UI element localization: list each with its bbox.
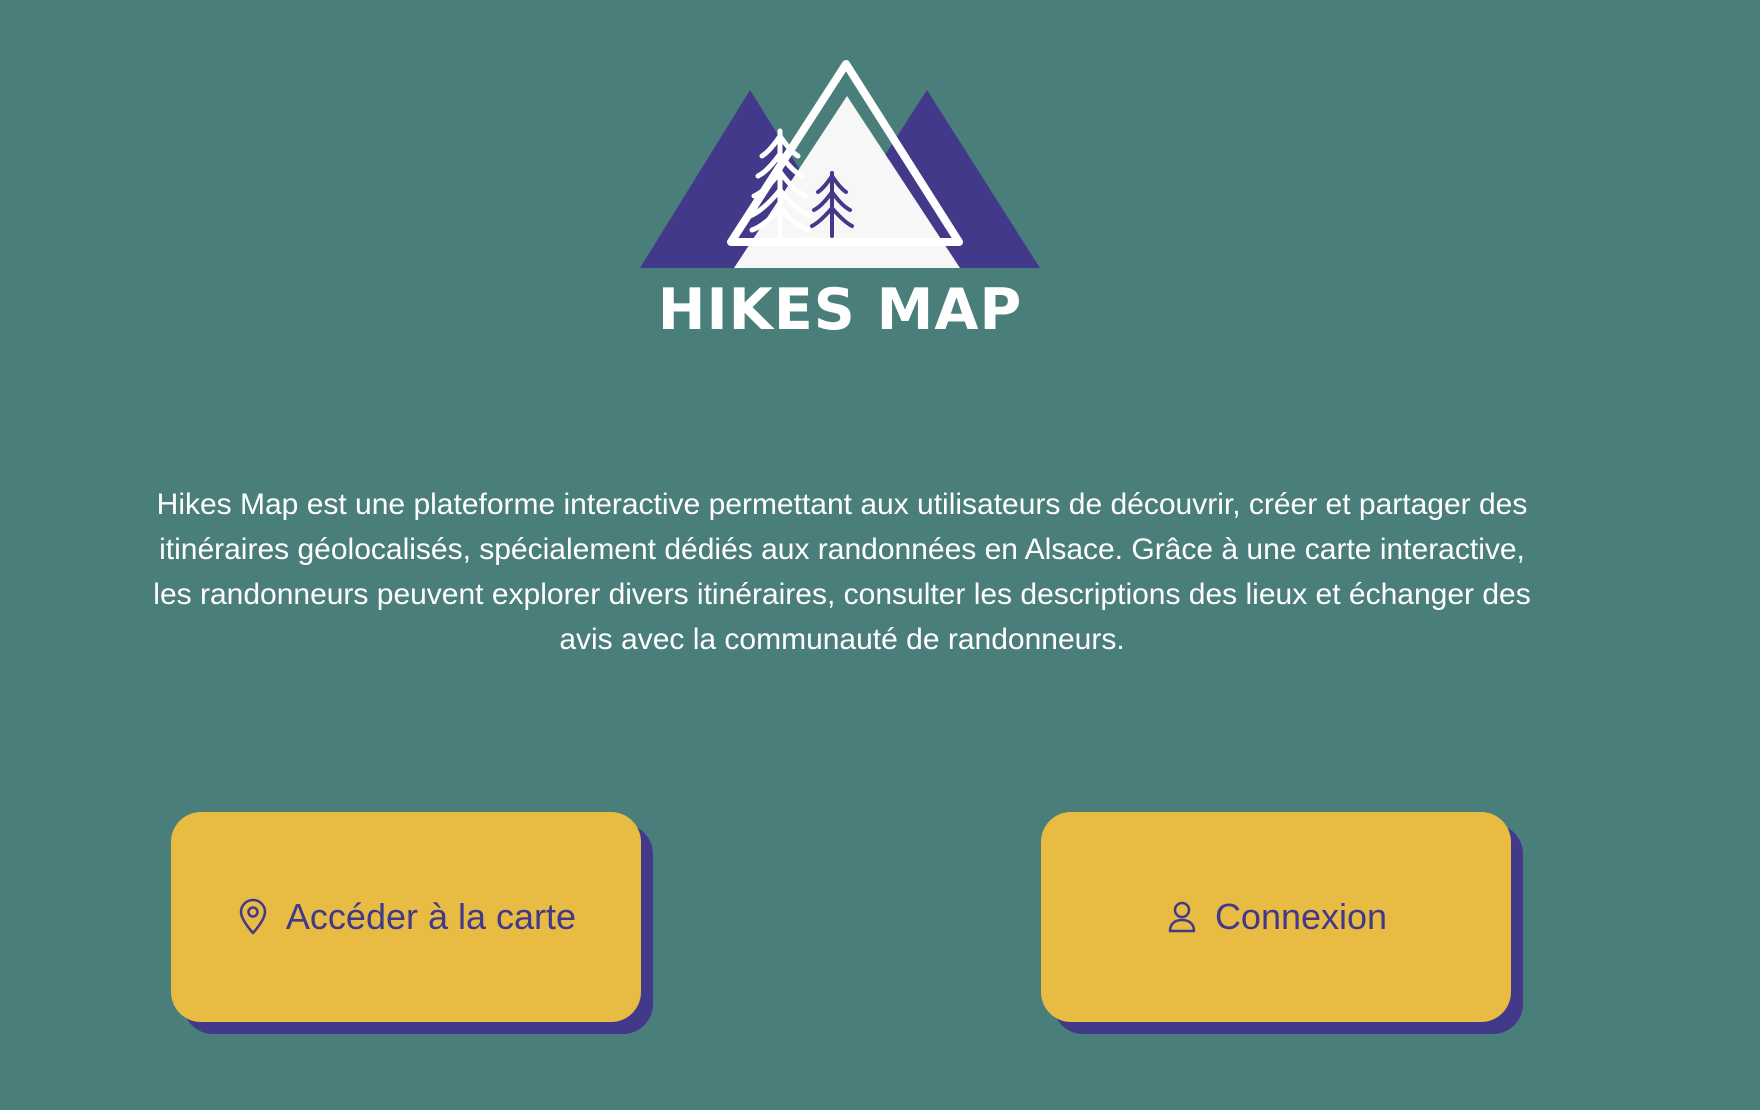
logo-wordmark: HIKES MAP bbox=[657, 277, 1023, 343]
intro-description: Hikes Map est une plateforme interactive… bbox=[153, 488, 1531, 656]
login-button[interactable]: Connexion bbox=[1041, 812, 1511, 1022]
map-pin-icon bbox=[236, 897, 270, 937]
open-map-label: Accéder à la carte bbox=[285, 896, 577, 937]
mountain-trees-icon bbox=[640, 60, 1040, 268]
open-map-button[interactable]: Accéder à la carte bbox=[171, 812, 641, 1022]
hikes-map-logo: HIKES MAP bbox=[640, 56, 1040, 356]
user-icon bbox=[1165, 897, 1199, 937]
login-label: Connexion bbox=[1214, 896, 1388, 937]
